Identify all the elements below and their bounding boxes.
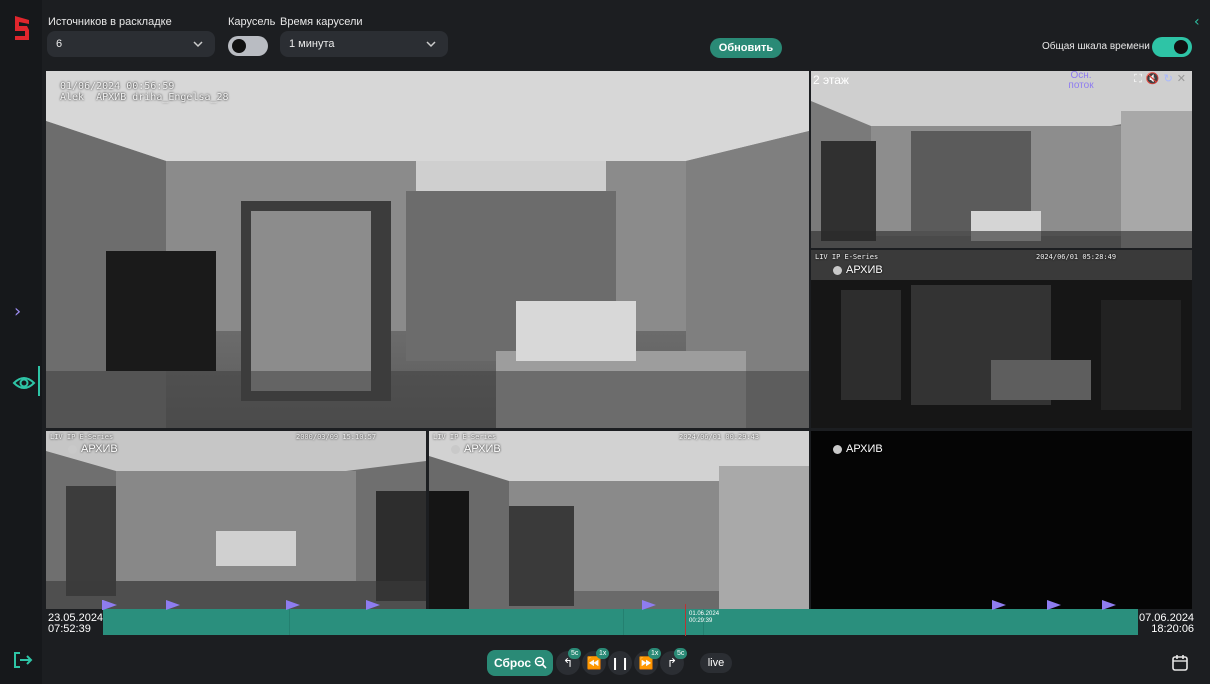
start-time: 07:52:39 [48,623,91,635]
archive-badge: АРХИВ [833,443,883,455]
osd-timestamp: 2000/03/09 15:10:57 [296,433,377,441]
archive-label: АРХИВ [846,264,883,276]
camera-tile-2[interactable]: 2 этаж Осн. поток ⛶ 🔇 ↻ ✕ [811,71,1192,248]
archive-badge: АРХИВ [451,443,501,455]
carousel-label: Карусель [228,16,276,28]
active-indicator [38,366,40,396]
left-rail: › [0,0,42,684]
osd-model: LIV IP E-Series [50,433,114,441]
camera-toolbar: ⛶ 🔇 ↻ ✕ [1134,73,1186,85]
reload-icon[interactable]: ↻ [1164,73,1173,85]
collapse-panel-icon[interactable]: ‹ [1194,14,1208,32]
video-surveillance-app: › Источников в раскладке 6 Карусель Врем… [0,0,1210,684]
archive-badge: АРХИВ [68,443,118,455]
chevron-down-icon [426,41,436,48]
osd-timestamp: 2024/06/01 00:29:43 [679,433,760,441]
camera-tile-4[interactable]: LIV IP E-Series 2000/03/09 15:10:57 АРХИ… [46,431,426,609]
event-flag[interactable] [166,600,180,610]
event-flag[interactable] [103,600,117,610]
logo-icon [15,16,29,40]
osd-model: LIV IP E-Series [433,433,497,441]
toggle-knob [1174,40,1188,54]
camera-feed-image [46,71,809,428]
expand-icon[interactable]: › [14,302,30,322]
archive-badge: АРХИВ [833,264,883,276]
rewind-speed-badge: 1x [596,648,610,659]
cursor-time: 00:29:39 [689,618,713,624]
stream-selector[interactable]: Осн. поток [1061,71,1101,91]
camera-tile-6[interactable]: АРХИВ [811,431,1192,609]
event-flag[interactable] [366,600,380,610]
carousel-toggle[interactable] [228,36,268,56]
camera-feed-image [811,250,1192,428]
osd-camera-name: Alek АРХИВ driha_Engelsa_28 [60,92,229,103]
toggle-knob [232,39,246,53]
event-flag[interactable] [286,600,300,610]
mute-icon[interactable]: 🔇 [1146,73,1160,85]
back-5s-badge: 5с [568,648,582,659]
camera-tile-3[interactable]: LIV IP E-Series 2024/06/01 05:28:49 АРХИ… [811,250,1192,428]
refresh-button[interactable]: Обновить [710,38,782,58]
timeline-end: 07.06.2024 18:20:06 [1139,613,1194,635]
forward-5s-badge: 5с [674,648,688,659]
shared-timeline-toggle[interactable] [1152,37,1192,57]
camera-title: 2 этаж [813,73,849,87]
carousel-time-label: Время карусели [280,16,363,28]
logout-icon[interactable] [12,650,34,670]
carousel-time-select[interactable]: 1 минута [280,31,448,57]
reset-label: Сброс [494,656,532,670]
pause-button[interactable]: ❙❙ [608,651,632,675]
osd-timestamp: 2024/06/01 05:28:49 [1036,253,1117,261]
timeline-start: 23.05.2024 07:52:39 [48,613,103,635]
timeline-track[interactable] [103,609,1138,635]
archive-label: АРХИВ [464,443,501,455]
fullscreen-icon[interactable]: ⛶ [1134,73,1142,85]
camera-tile-5[interactable]: LIV IP E-Series 2024/06/01 00:29:43 АРХИ… [429,431,809,609]
osd-model: LIV IP E-Series [815,253,879,261]
event-flag[interactable] [1047,600,1061,610]
eye-icon[interactable] [12,372,36,394]
archive-label: АРХИВ [81,443,118,455]
camera-tile-main[interactable]: 01/06/2024 00:56:59 Alek АРХИВ driha_Eng… [46,71,809,428]
carousel-time-value: 1 минута [289,38,335,50]
end-time: 18:20:06 [1151,623,1195,635]
calendar-icon[interactable] [1168,652,1192,674]
camera-feed-image [811,71,1192,248]
close-icon[interactable]: ✕ [1177,73,1186,85]
archive-dot [833,444,842,454]
archive-dot [451,444,460,454]
timeline-cursor[interactable] [685,604,686,636]
shared-timeline-label: Общая шкала времени [1042,41,1150,52]
event-flag[interactable] [642,600,656,610]
archive-label: АРХИВ [846,443,883,455]
reset-zoom-button[interactable]: Сброс [487,650,553,676]
chevron-down-icon [193,41,203,48]
timeline-segment [623,609,624,635]
timeline-segment [289,609,290,635]
magnifier-icon [534,656,547,669]
sources-select[interactable]: 6 [47,31,215,57]
cursor-date: 01.06.2024 [689,611,720,617]
camera-feed-image [46,431,426,609]
timeline-cursor-label: 01.06.2024 00:29:39 [689,611,719,625]
archive-dot [833,265,842,275]
forward-speed-badge: 1x [648,648,662,659]
archive-dot [68,444,77,454]
event-flag[interactable] [992,600,1006,610]
camera-feed-image [429,431,809,609]
sources-value: 6 [56,38,63,50]
live-button[interactable]: live [700,653,732,673]
osd-timestamp: 01/06/2024 00:56:59 [60,81,175,92]
sources-label: Источников в раскладке [48,16,172,28]
event-flag[interactable] [1102,600,1116,610]
